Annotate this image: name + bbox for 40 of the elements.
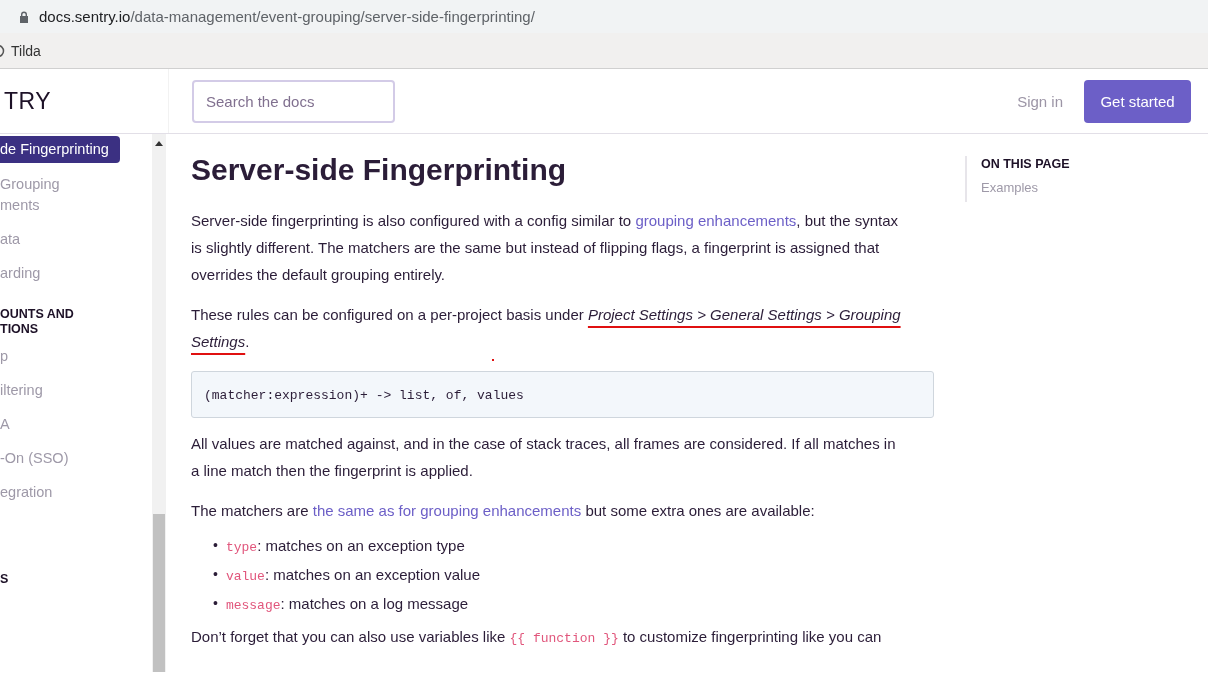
get-started-button[interactable]: Get started bbox=[1084, 79, 1191, 123]
text-link[interactable]: the same as for grouping enhancements bbox=[312, 502, 582, 519]
toc-link[interactable]: Examples bbox=[981, 180, 1070, 195]
sidebar-item[interactable]: p bbox=[0, 343, 152, 370]
page-title: Server-side Fingerprinting bbox=[191, 152, 568, 188]
list-item: type: matches on an exception type bbox=[225, 536, 465, 557]
list-item: message: matches on a log message bbox=[225, 594, 469, 615]
paragraph: All values are matched against, and in the case of stack traces, all frames are considered. If all matches in a line match then the fingerprint is applied. bbox=[191, 434, 897, 481]
bullet: • bbox=[213, 536, 218, 555]
scroll-up-icon[interactable] bbox=[155, 141, 163, 146]
list-item: value: matches on an exception value bbox=[225, 565, 481, 586]
logo-text[interactable]: TRY bbox=[4, 87, 52, 115]
sign-in-link[interactable]: Sign in bbox=[1017, 92, 1063, 110]
sidebar-heading: OUNTS AND TIONS bbox=[0, 307, 75, 337]
sidebar-item[interactable]: Grouping ments bbox=[0, 171, 152, 219]
sidebar-item[interactable]: de Fingerprinting bbox=[0, 136, 120, 163]
sidebar-heading: S bbox=[0, 572, 10, 587]
scrollbar-thumb[interactable] bbox=[153, 514, 165, 672]
bullet: • bbox=[213, 565, 218, 584]
bullet: • bbox=[213, 594, 218, 613]
sidebar-item[interactable]: arding bbox=[0, 260, 152, 287]
sidebar-item[interactable]: A bbox=[0, 411, 152, 438]
sidebar-item[interactable]: ata bbox=[0, 226, 152, 253]
scrollbar[interactable] bbox=[152, 134, 166, 672]
bookmark-label: Tilda bbox=[11, 42, 41, 59]
sidebar-item[interactable]: egration bbox=[0, 479, 152, 506]
lock-icon bbox=[19, 10, 29, 23]
bookmark[interactable]: Tilda bbox=[0, 42, 41, 59]
address-bar[interactable]: docs.sentry.io/data-management/event-grouping/server-side-fingerprinting/ bbox=[0, 0, 1208, 33]
paragraph: Don’t forget that you can also use variables like {{ function }} to customize fingerprinting like you can bbox=[191, 627, 883, 648]
sidebar-item[interactable]: -On (SSO) bbox=[0, 445, 152, 472]
paragraph: The matchers are the same as for grouping enhancements but some extra ones are available: bbox=[191, 501, 816, 521]
toc-heading: ON THIS PAGE bbox=[981, 156, 1070, 172]
sidebar-item[interactable]: iltering bbox=[0, 377, 152, 404]
paragraph: These rules can be configured on a per-project basis under Project Settings > General Settings > Grouping Settings. bbox=[191, 305, 902, 352]
code-block: (matcher:expression)+ -> list, of, values bbox=[191, 371, 934, 418]
search-field[interactable]: Search the docs bbox=[192, 79, 395, 123]
url-text: docs.sentry.io/data-management/event-grouping/server-side-fingerprinting/ bbox=[39, 8, 535, 25]
stray-mark bbox=[492, 359, 494, 361]
paragraph: Server-side fingerprinting is also configured with a config similar to grouping enhancements, but the syntax is slightly different. The matchers are the same but instead of flipping flags, a fingerprint is assigned that overrides the default grouping entirely. bbox=[191, 211, 900, 285]
